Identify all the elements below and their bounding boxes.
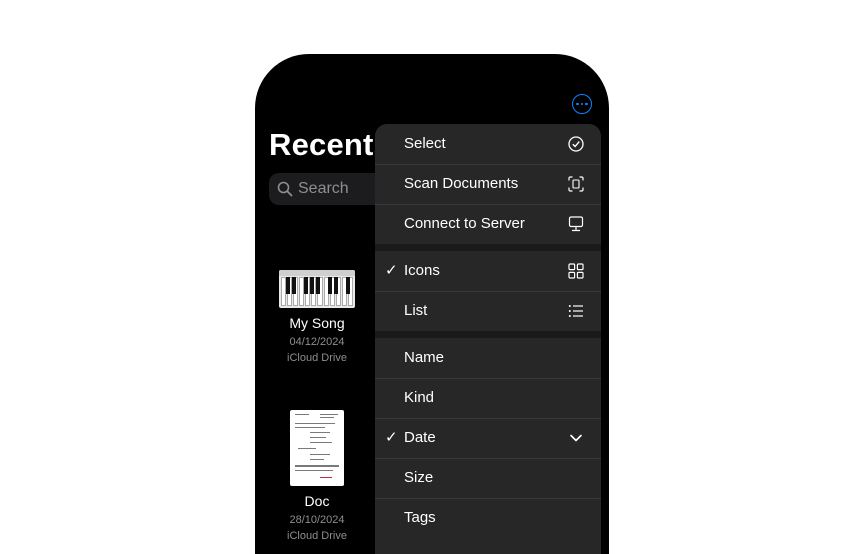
scan-document-icon [568, 176, 584, 192]
search-icon [277, 181, 293, 197]
menu-item-sort-kind[interactable]: Kind [375, 378, 601, 418]
more-options-icon[interactable] [572, 94, 592, 114]
menu-item-sort-tags[interactable]: Tags [375, 498, 601, 538]
menu-item-list[interactable]: List [375, 291, 601, 331]
search-placeholder: Search [298, 180, 349, 197]
menu-item-sort-date[interactable]: ✓ Date [375, 418, 601, 458]
server-display-icon [568, 216, 584, 232]
file-location: iCloud Drive [287, 352, 347, 364]
menu-item-sort-name[interactable]: Name [375, 338, 601, 378]
menu-item-sort-size[interactable]: Size [375, 458, 601, 498]
file-item-my-song[interactable]: My Song 04/12/2024 iCloud Drive [267, 270, 367, 366]
chevron-down-icon [570, 434, 582, 442]
menu-item-select[interactable]: Select [375, 124, 601, 164]
file-date: 04/12/2024 [289, 336, 345, 348]
document-thumbnail-icon [290, 410, 344, 486]
checkmark-circle-icon [568, 136, 584, 152]
piano-thumbnail-icon [279, 270, 355, 308]
file-date: 28/10/2024 [289, 514, 345, 526]
checkmark-icon: ✓ [385, 262, 398, 279]
options-menu: Select Scan Documents Connect to Server … [375, 124, 601, 554]
grid-icon [568, 263, 584, 279]
menu-item-scan-documents[interactable]: Scan Documents [375, 164, 601, 204]
menu-item-icons[interactable]: ✓ Icons [375, 251, 601, 291]
list-icon [568, 305, 583, 317]
file-name: My Song [289, 315, 345, 331]
file-item-doc[interactable]: Doc 28/10/2024 iCloud Drive [267, 410, 367, 544]
checkmark-icon: ✓ [385, 429, 398, 446]
file-name: Doc [304, 493, 330, 509]
page-title: Recents [269, 127, 392, 162]
file-location: iCloud Drive [287, 530, 347, 542]
menu-item-connect-to-server[interactable]: Connect to Server [375, 204, 601, 244]
